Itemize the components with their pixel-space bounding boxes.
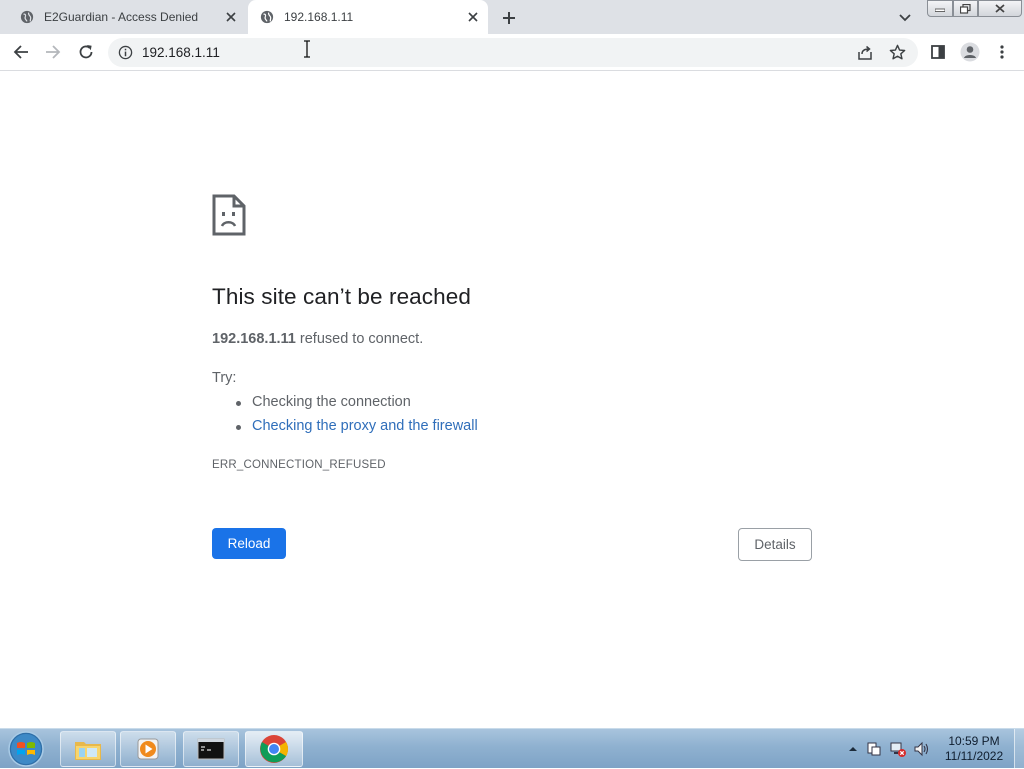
chrome-icon — [260, 735, 288, 763]
suggestion-check-proxy-link[interactable]: Checking the proxy and the firewall — [236, 418, 478, 442]
profile-button[interactable] — [955, 37, 985, 67]
taskbar-clock[interactable]: 10:59 PM 11/11/2022 — [938, 734, 1010, 764]
restore-button[interactable] — [953, 0, 978, 17]
action-center-icon[interactable] — [866, 741, 882, 757]
clock-date: 11/11/2022 — [944, 749, 1004, 763]
minimize-button[interactable] — [927, 0, 953, 17]
suggestion-check-connection: Checking the connection — [236, 394, 478, 418]
sad-page-icon — [212, 194, 246, 236]
taskbar-explorer[interactable] — [60, 731, 116, 767]
windows-taskbar: 10:59 PM 11/11/2022 — [0, 728, 1024, 769]
arrow-left-icon — [13, 45, 28, 59]
error-page: This site can’t be reached 192.168.1.11 … — [0, 72, 1024, 728]
refresh-icon — [79, 45, 93, 59]
bookmark-star-icon[interactable] — [888, 43, 907, 62]
tab-title: 192.168.1.11 — [284, 10, 354, 24]
error-message: 192.168.1.11 refused to connect. — [212, 331, 423, 347]
side-panel-button[interactable] — [923, 37, 953, 67]
taskbar-media-player[interactable] — [120, 731, 176, 767]
info-icon[interactable] — [118, 45, 133, 60]
plus-icon — [503, 12, 515, 24]
browser-toolbar: 192.168.1.11 — [0, 34, 1024, 71]
network-error-icon[interactable] — [890, 741, 906, 757]
globe-icon — [260, 10, 274, 24]
tab-search-button[interactable] — [895, 8, 915, 28]
close-tab-icon[interactable] — [464, 8, 482, 26]
show-hidden-icons-icon[interactable] — [845, 741, 861, 757]
url-text[interactable]: 192.168.1.11 — [142, 45, 220, 60]
globe-icon — [20, 10, 34, 24]
taskbar-chrome[interactable] — [245, 731, 303, 767]
taskbar-command-prompt[interactable] — [183, 731, 239, 767]
tab-192-168-1-11[interactable]: 192.168.1.11 — [248, 0, 488, 34]
forward-button[interactable] — [38, 37, 68, 67]
error-code: ERR_CONNECTION_REFUSED — [212, 459, 386, 471]
reload-button[interactable]: Reload — [212, 528, 286, 559]
explorer-icon — [75, 742, 101, 760]
start-button-icon[interactable] — [6, 730, 46, 768]
close-icon — [995, 4, 1005, 13]
new-tab-button[interactable] — [498, 7, 520, 29]
terminal-icon — [197, 738, 225, 760]
window-controls — [927, 0, 1022, 17]
media-player-icon — [137, 738, 159, 760]
close-tab-icon[interactable] — [222, 8, 240, 26]
close-window-button[interactable] — [978, 0, 1022, 17]
error-host: 192.168.1.11 — [212, 331, 296, 347]
restore-icon — [960, 3, 971, 14]
reload-toolbar-button[interactable] — [71, 37, 101, 67]
text-cursor-icon — [304, 40, 310, 58]
suggestion-list: Checking the connection Checking the pro… — [236, 394, 478, 442]
minimize-icon — [935, 8, 945, 12]
tab-e2guardian[interactable]: E2Guardian - Access Denied — [8, 0, 246, 34]
chevron-down-icon — [899, 14, 911, 22]
show-desktop-button[interactable] — [1014, 729, 1024, 769]
avatar-icon — [960, 42, 980, 62]
clock-time: 10:59 PM — [948, 734, 1000, 748]
tab-strip: E2Guardian - Access Denied 192.168.1.11 — [0, 0, 1024, 34]
try-label: Try: — [212, 370, 237, 386]
share-icon[interactable] — [856, 44, 874, 62]
error-message-text: refused to connect. — [295, 331, 424, 347]
menu-button[interactable] — [987, 37, 1017, 67]
volume-icon[interactable] — [914, 741, 930, 757]
address-bar[interactable]: 192.168.1.11 — [108, 38, 918, 67]
more-vert-icon — [1000, 45, 1004, 59]
side-panel-icon — [931, 45, 945, 59]
tab-title: E2Guardian - Access Denied — [44, 10, 199, 24]
error-heading: This site can’t be reached — [212, 284, 471, 309]
details-button[interactable]: Details — [738, 528, 812, 561]
back-button[interactable] — [6, 37, 36, 67]
arrow-right-icon — [46, 45, 61, 59]
